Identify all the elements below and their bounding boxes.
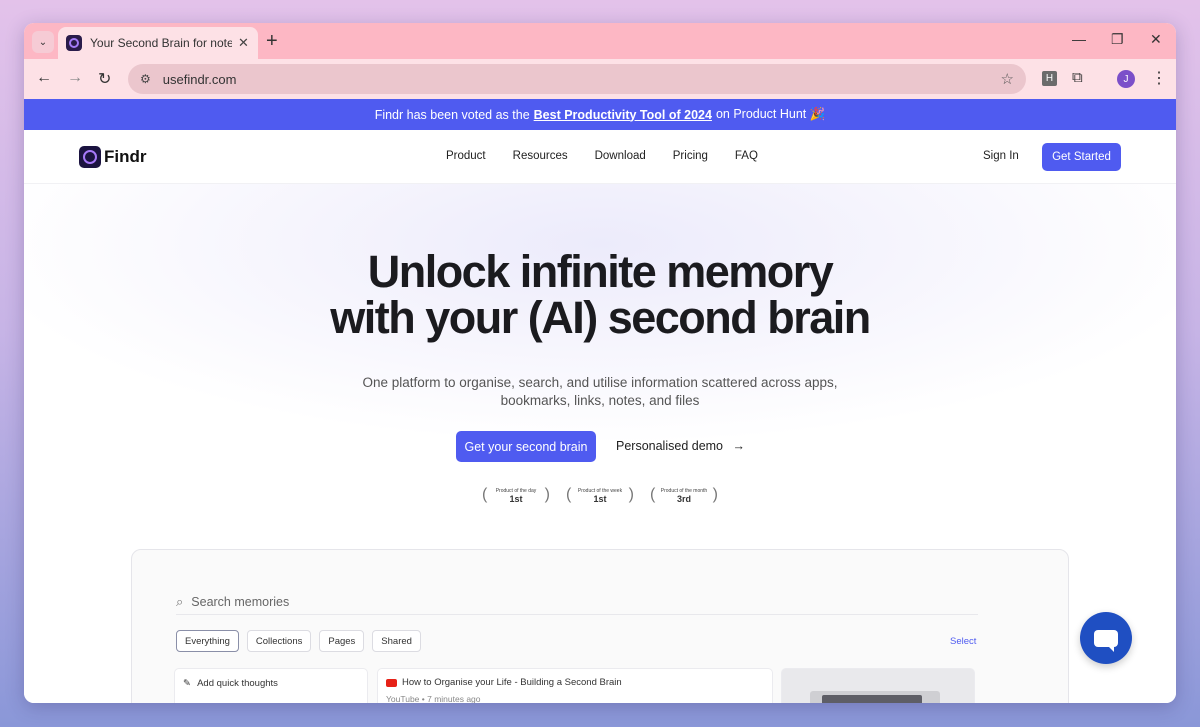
badge-product-of-day: ( Product of the day 1st ) xyxy=(482,484,550,508)
quick-thoughts-card[interactable]: ✎ Add quick thoughts xyxy=(174,668,368,703)
laurel-left-icon: ( xyxy=(650,486,656,503)
badge-rank: 3rd xyxy=(676,494,691,504)
extension-h-icon[interactable]: H xyxy=(1042,71,1057,86)
chat-widget-button[interactable] xyxy=(1080,612,1132,664)
nav-link-faq[interactable]: FAQ xyxy=(735,150,758,162)
forward-arrow-icon[interactable]: → xyxy=(67,69,83,87)
laurel-left-icon: ( xyxy=(482,486,488,503)
banner-suffix: on Product Hunt 🎉 xyxy=(715,107,826,121)
quick-thoughts-row: ✎ Add quick thoughts xyxy=(183,678,278,689)
profile-avatar[interactable]: J xyxy=(1117,70,1135,88)
bookmark-star-icon[interactable]: ☆ xyxy=(1001,70,1014,88)
tab-title: Your Second Brain for notes, ap xyxy=(90,36,232,50)
tab-strip: ⌄ Your Second Brain for notes, ap ✕ + — … xyxy=(24,23,1176,59)
banner-link[interactable]: Best Productivity Tool of 2024 xyxy=(534,108,712,122)
edit-icon: ✎ xyxy=(183,678,191,689)
search-placeholder: Search memories xyxy=(191,595,290,609)
window-close-icon[interactable]: ✕ xyxy=(1150,31,1162,48)
address-bar[interactable]: ⚙ usefindr.com ☆ xyxy=(128,64,1026,94)
get-started-button[interactable]: Get Started xyxy=(1042,143,1121,171)
close-icon[interactable]: ✕ xyxy=(238,35,249,51)
browser-tab[interactable]: Your Second Brain for notes, ap ✕ xyxy=(58,27,258,59)
quick-thoughts-label: Add quick thoughts xyxy=(197,678,278,689)
arrow-right-icon: → xyxy=(732,439,746,453)
minimize-icon[interactable]: — xyxy=(1072,31,1086,47)
headline-line-2: with your (AI) second brain xyxy=(330,292,871,343)
new-tab-button[interactable]: + xyxy=(266,31,278,51)
badge-rank: 1st xyxy=(509,494,523,504)
tab-search-button[interactable]: ⌄ xyxy=(32,31,54,53)
personalised-demo-link[interactable]: Personalised demo → xyxy=(616,439,745,453)
reload-icon[interactable]: ↻ xyxy=(98,69,111,89)
restore-icon[interactable]: ❐ xyxy=(1111,31,1124,48)
memory-card-image[interactable] xyxy=(781,668,975,703)
filter-collections[interactable]: Collections xyxy=(246,630,312,652)
banner-prefix: Findr has been voted as the xyxy=(374,107,530,122)
announcement-banner: Findr has been voted as the Best Product… xyxy=(24,99,1176,130)
youtube-icon xyxy=(386,679,397,687)
brand-name: Findr xyxy=(104,147,147,166)
memory-card-video[interactable]: How to Organise your Life - Building a S… xyxy=(377,668,773,703)
chat-bubble-icon xyxy=(1094,629,1118,652)
menu-kebab-icon[interactable]: ⋮ xyxy=(1151,68,1167,88)
search-icon: ⌕ xyxy=(176,594,184,609)
back-arrow-icon[interactable]: ← xyxy=(36,69,52,87)
nav-link-product[interactable]: Product xyxy=(446,150,486,162)
findr-favicon-icon xyxy=(66,35,82,51)
search-memories-input[interactable]: ⌕ Search memories xyxy=(176,590,978,615)
sign-in-link[interactable]: Sign In xyxy=(983,150,1019,162)
badge-rank: 1st xyxy=(593,494,607,504)
laurel-right-icon: ) xyxy=(628,486,634,503)
get-second-brain-button[interactable]: Get your second brain xyxy=(456,431,596,462)
badge-product-of-week: ( Product of the week 1st ) xyxy=(566,484,634,508)
site-navbar: Findr Product Resources Download Pricing… xyxy=(24,130,1176,184)
nav-link-pricing[interactable]: Pricing xyxy=(673,150,708,162)
nav-link-resources[interactable]: Resources xyxy=(513,150,568,162)
chevron-down-icon: ⌄ xyxy=(38,36,48,48)
nav-links: Product Resources Download Pricing FAQ xyxy=(446,150,785,162)
video-title: How to Organise your Life - Building a S… xyxy=(402,677,622,688)
laurel-right-icon: ) xyxy=(544,486,550,503)
headline-line-1: Unlock infinite memory xyxy=(367,246,834,297)
select-link[interactable]: Select xyxy=(950,636,976,647)
hero-section: Unlock infinite memory with your (AI) se… xyxy=(24,184,1176,703)
nav-link-download[interactable]: Download xyxy=(595,150,646,162)
extensions-puzzle-icon[interactable]: ⧉ xyxy=(1072,69,1083,86)
browser-window: ⌄ Your Second Brain for notes, ap ✕ + — … xyxy=(24,23,1176,703)
browser-toolbar: ← → ↻ ⚙ usefindr.com ☆ H ⧉ J ⋮ xyxy=(24,59,1176,99)
site-info-icon[interactable]: ⚙ xyxy=(140,72,151,86)
filter-tabs: Everything Collections Pages Shared xyxy=(176,630,429,652)
demo-label: Personalised demo xyxy=(616,439,724,453)
filter-everything[interactable]: Everything xyxy=(176,630,239,652)
badge-product-of-month: ( Product of the month 3rd ) xyxy=(650,484,718,508)
laurel-right-icon: ) xyxy=(712,486,718,503)
findr-logo[interactable]: Findr xyxy=(79,146,147,168)
url-text: usefindr.com xyxy=(162,71,237,87)
findr-logo-icon xyxy=(79,146,101,168)
video-meta: YouTube • 7 minutes ago xyxy=(386,694,481,703)
subheadline-line-1: One platform to organise, search, and ut… xyxy=(362,375,838,390)
subheadline-line-2: bookmarks, links, notes, and files xyxy=(500,393,700,408)
filter-pages[interactable]: Pages xyxy=(319,630,365,652)
laurel-left-icon: ( xyxy=(566,486,572,503)
app-preview: ⌕ Search memories Everything Collections… xyxy=(131,549,1069,703)
filter-shared[interactable]: Shared xyxy=(372,630,421,652)
image-thumbnail-detail xyxy=(822,695,922,703)
